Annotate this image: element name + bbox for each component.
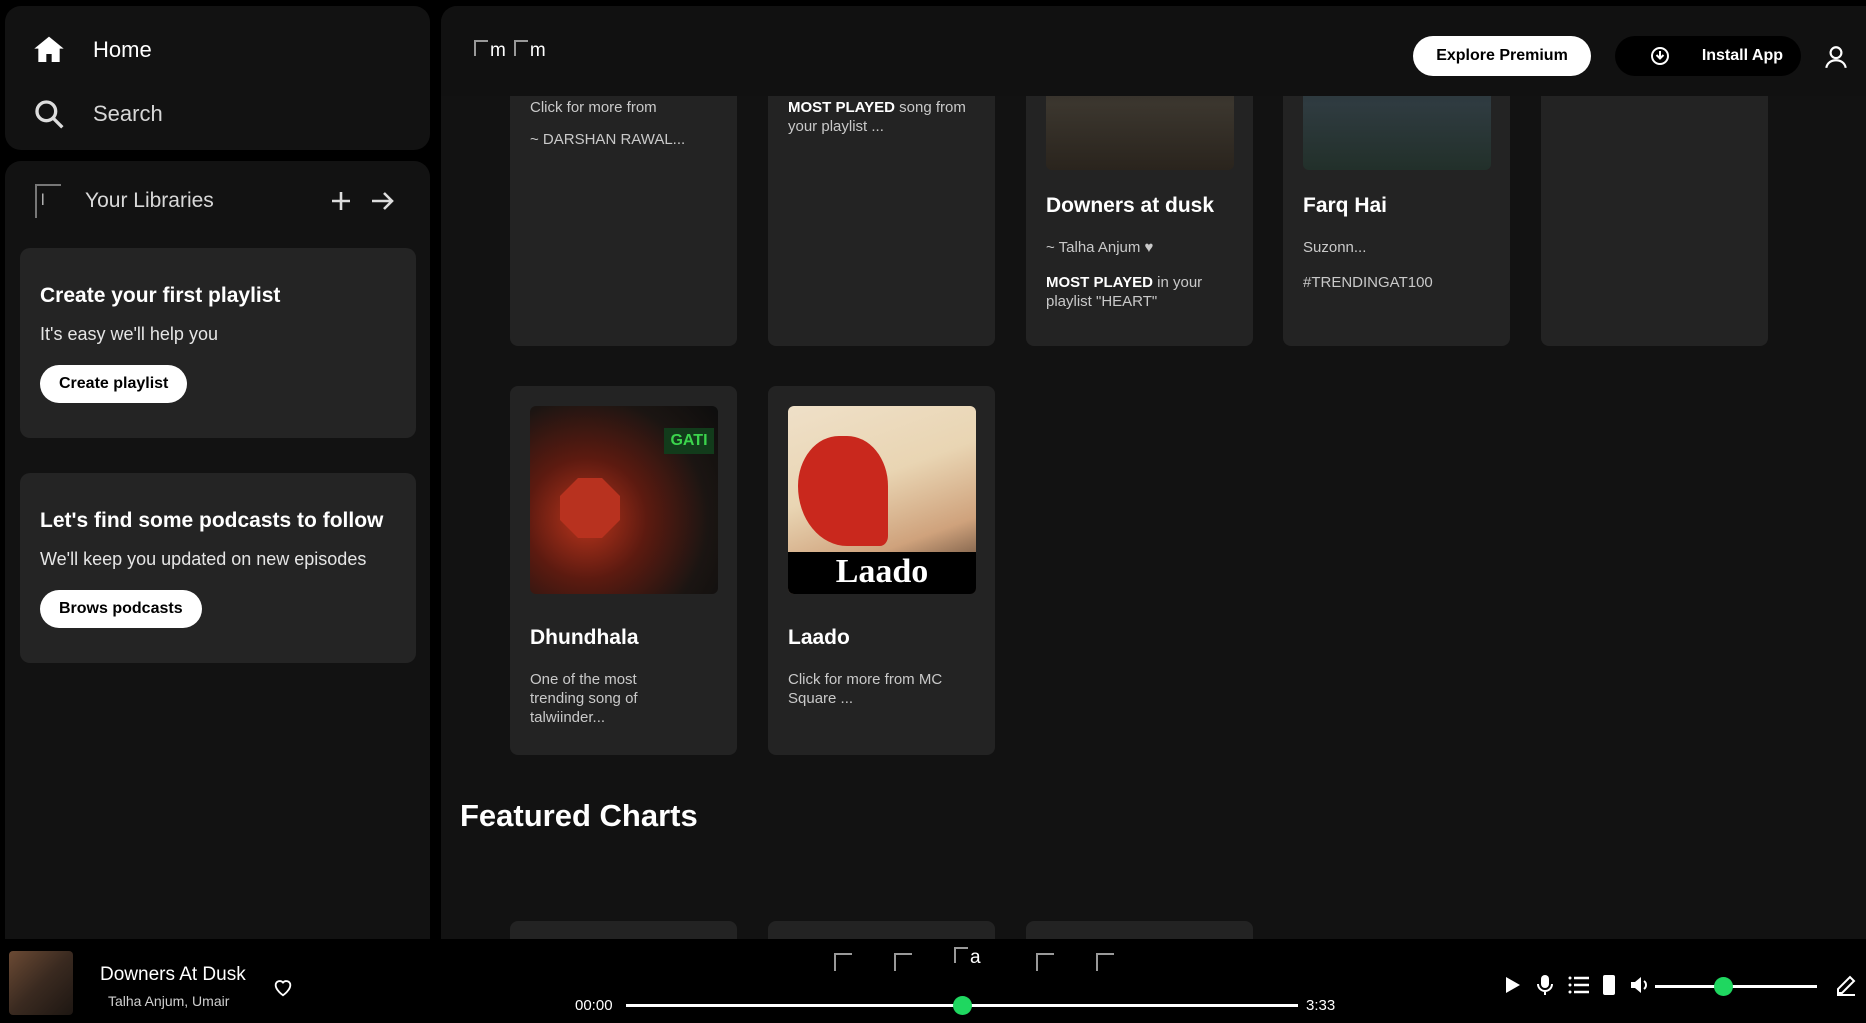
create-playlist-title: Create your first playlist (40, 284, 281, 307)
volume-knob[interactable] (1714, 977, 1734, 996)
now-playing-artist: Talha Anjum, Umair (108, 993, 230, 1009)
seek-knob[interactable] (953, 996, 972, 1015)
podcasts-card: Let's find some podcasts to follow We'll… (20, 473, 416, 663)
card-art-label: Laado (788, 552, 976, 594)
stop-sign-shape (560, 478, 620, 538)
card-description: One of the most trending song of talwiin… (530, 671, 638, 726)
library-title: Your Libraries (85, 189, 214, 212)
chart-card[interactable] (510, 921, 737, 939)
card-description: MOST PLAYED song from your playlist ... (788, 99, 966, 135)
card-art: Laado (788, 406, 976, 594)
queue-icon[interactable] (1567, 973, 1591, 997)
heart-icon[interactable] (272, 976, 294, 998)
repeat-button[interactable] (1096, 953, 1118, 975)
install-app-label: Install App (1701, 47, 1783, 64)
card-title: Dhundhala (530, 626, 639, 649)
next-button[interactable] (1036, 953, 1058, 975)
card-description: #TRENDINGAT100 (1303, 274, 1433, 291)
home-icon (34, 36, 64, 62)
card-title: Farq Hai (1303, 194, 1388, 217)
player-bar: Downers At Dusk Talha Anjum, Umair a 00:… (0, 939, 1866, 1023)
create-playlist-button[interactable]: Create playlist (40, 365, 188, 403)
volume-slider[interactable] (1655, 977, 1817, 996)
history-arrows: m m (474, 40, 546, 62)
device-icon[interactable] (1597, 973, 1621, 997)
card-title: Laado (788, 626, 850, 649)
edit-icon[interactable] (1834, 973, 1858, 997)
now-playing-art (9, 951, 73, 1015)
chart-card[interactable] (768, 921, 995, 939)
back-button[interactable]: m (474, 40, 506, 62)
nav-search-label: Search (93, 101, 163, 126)
explore-premium-button[interactable]: Explore Premium (1413, 36, 1591, 76)
playlist-card[interactable]: Laado Laado Click for more from MC Squar… (768, 386, 995, 755)
featured-charts-heading: Featured Charts (460, 798, 698, 833)
nav-home[interactable]: Home (33, 34, 152, 66)
podcasts-title: Let's find some podcasts to follow (40, 509, 384, 532)
nav-home-label: Home (93, 37, 152, 62)
play-pause-button[interactable]: a (954, 947, 981, 969)
create-playlist-subtitle: It's easy we'll help you (40, 324, 218, 344)
browse-podcasts-button[interactable]: Brows podcasts (40, 590, 202, 628)
plus-icon (332, 192, 350, 210)
library-icon: l (35, 184, 61, 218)
card-title: Downers at dusk (1046, 194, 1215, 217)
volume-icon[interactable] (1628, 973, 1652, 997)
card-description: Click for more from MC Square ... (788, 671, 943, 707)
user-icon[interactable] (1823, 44, 1849, 70)
library-header: l Your Libraries (35, 177, 400, 225)
card-art: GATI (530, 406, 718, 594)
time-total: 3:33 (1306, 997, 1336, 1014)
nav-search[interactable]: Search (33, 98, 163, 130)
seek-bar[interactable] (626, 996, 1298, 1015)
previous-button[interactable] (894, 953, 916, 975)
library-panel: l Your Libraries Create your first playl… (5, 161, 430, 941)
card-description: MOST PLAYED in your playlist "HEART" (1046, 274, 1203, 310)
arrow-right-icon (372, 192, 394, 210)
playlist-card[interactable]: GATI Dhundhala One of the most trending … (510, 386, 737, 755)
mic-icon[interactable] (1533, 973, 1557, 997)
create-playlist-card: Create your first playlist It's easy we'… (20, 248, 416, 438)
nav-panel: Home Search (5, 6, 430, 150)
card-subtitle: Suzonn... (1303, 239, 1367, 256)
now-playing-title: Downers At Dusk (100, 964, 246, 985)
search-icon (35, 100, 64, 129)
top-bar: m m Explore Premium Install App (441, 6, 1866, 96)
download-icon (1651, 47, 1669, 65)
card-subtitle: ~ Talha Anjum ♥ (1046, 239, 1154, 256)
card-art-label: GATI (664, 428, 714, 454)
main-content: m m Explore Premium Install App Click fo… (441, 6, 1866, 939)
forward-button[interactable]: m (513, 40, 546, 62)
install-app-button[interactable]: Install App (1615, 36, 1801, 76)
expand-library-button[interactable] (366, 184, 400, 218)
time-current: 00:00 (575, 997, 613, 1014)
play-icon[interactable] (1500, 973, 1524, 997)
add-library-button[interactable] (324, 184, 358, 218)
podcasts-subtitle: We'll keep you updated on new episodes (40, 549, 367, 569)
shuffle-button[interactable] (834, 953, 856, 975)
fan-shape (798, 436, 888, 546)
card-description: Click for more from ~ DARSHAN RAWAL... (530, 99, 686, 148)
chart-card[interactable] (1026, 921, 1253, 939)
